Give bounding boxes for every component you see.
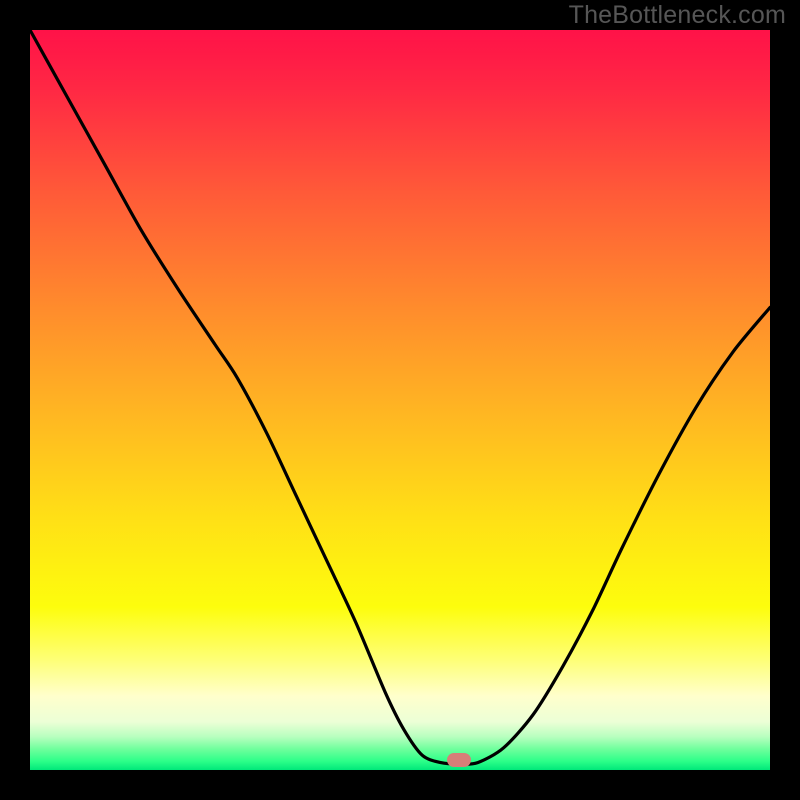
- optimal-marker: [447, 753, 471, 767]
- chart-frame: TheBottleneck.com: [0, 0, 800, 800]
- plot-area: [30, 30, 770, 770]
- bottleneck-curve: [30, 30, 770, 770]
- watermark-text: TheBottleneck.com: [569, 1, 786, 30]
